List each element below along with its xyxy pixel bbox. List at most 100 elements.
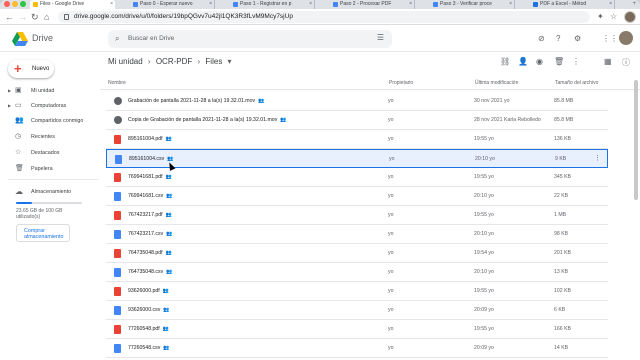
delete-icon[interactable]: 🗑 (554, 57, 564, 66)
table-row[interactable]: 764735048.csv 👥 yo 20:10 yo 13 KB (106, 263, 608, 282)
sidebar-item-mi-unidad[interactable]: ▶ ▣ Mi unidad (0, 84, 100, 98)
reload-icon[interactable]: ↻ (31, 11, 39, 23)
file-owner: yo (388, 345, 394, 351)
table-row[interactable]: 93626000.pdf 👥 yo 19:55 yo 102 KB (106, 282, 608, 301)
sidebar-item-destacados[interactable]: ☆ Destacados (0, 146, 100, 160)
account-avatar[interactable] (619, 31, 633, 45)
browser-tab[interactable]: Paso 0 - Esperar nuevo × (130, 0, 215, 9)
table-row[interactable]: 769941681.pdf 👥 yo 19:55 yo 345 KB (106, 168, 608, 187)
file-owner: yo (388, 307, 394, 313)
table-row[interactable]: 77260548.pdf 👥 yo 19:55 yo 166 KB (106, 320, 608, 339)
preview-eye-icon[interactable]: ◉ (536, 57, 543, 66)
expand-arrow-icon[interactable]: ▶ (8, 84, 11, 98)
file-size: 345 KB (554, 174, 572, 180)
column-owner[interactable]: Propietario (389, 80, 413, 86)
more-vert-icon[interactable]: ⋮ (572, 57, 580, 66)
table-row[interactable]: 895161004.pdf 👥 yo 19:55 yo 136 KB (106, 130, 608, 149)
share-icon[interactable]: 👤 (518, 57, 528, 66)
sidebar-item-label: Mi unidad (31, 88, 55, 94)
table-row[interactable]: 767423217.csv 👥 yo 20:10 yo 98 KB (106, 225, 608, 244)
search-options-icon[interactable]: ☰ (377, 33, 384, 42)
shared-people-icon: 👥 (165, 212, 172, 218)
table-row[interactable]: 895161004.csv 👥 yo 20:10 yo 9 KB ⋮ (106, 149, 608, 168)
storage-bar-fill (16, 202, 32, 204)
extensions-icon[interactable]: ✦ (597, 11, 604, 23)
grid-view-icon[interactable]: ▦ (604, 57, 612, 66)
pdf-file-icon (114, 173, 121, 182)
tab-close-icon[interactable]: × (309, 0, 312, 9)
browser-tab[interactable]: Paso 1 - Registrar en p × (230, 0, 315, 9)
info-icon[interactable]: ⓘ (622, 57, 630, 68)
cloud-icon: ☁ (15, 187, 23, 196)
new-button[interactable]: + Nuevo (8, 60, 54, 78)
tab-close-icon[interactable]: × (409, 0, 412, 9)
file-modified: 19:55 yo (474, 288, 494, 294)
sidebar-item-label: Compartidos conmigo (31, 118, 84, 124)
breadcrumb-item[interactable]: OCR-PDF (156, 57, 192, 66)
maximize-window-icon[interactable] (20, 1, 26, 7)
storage-usage-text: 23.65 GB de 100 GB utilizado(s) (16, 208, 63, 220)
search-icon[interactable]: ⌕ (115, 34, 119, 44)
apps-grid-icon[interactable]: ⋮⋮ (602, 34, 618, 43)
star-bookmark-icon[interactable]: ☆ (610, 11, 617, 23)
sidebar-item-recientes[interactable]: ◷ Recientes (0, 130, 100, 144)
file-name-text: 767423217.csv (128, 231, 164, 237)
tab-favicon-icon (133, 2, 138, 7)
table-row[interactable]: 77260548.csv 👥 yo 20:09 yo 14 KB (106, 339, 608, 358)
close-window-icon[interactable] (4, 1, 10, 7)
tab-close-icon[interactable]: × (609, 0, 612, 9)
column-size[interactable]: Tamaño del archivo (555, 80, 598, 86)
file-name-text: Grabación de pantalla 2021-11-28 a la(s)… (128, 98, 256, 104)
table-row[interactable]: 764735048.pdf 👥 yo 19:54 yo 201 KB (106, 244, 608, 263)
buy-storage-button[interactable]: Comprar almacenamiento (16, 224, 70, 242)
profile-avatar[interactable] (624, 11, 636, 23)
row-more-icon[interactable]: ⋮ (594, 154, 601, 162)
tab-close-icon[interactable]: × (509, 0, 512, 9)
forward-arrow-icon[interactable]: → (18, 11, 27, 23)
help-icon[interactable]: ? (556, 34, 560, 43)
file-owner: yo (388, 269, 394, 275)
csv-file-icon (114, 344, 121, 353)
link-icon[interactable]: ⛓ (500, 57, 510, 66)
file-owner: yo (388, 250, 394, 256)
offline-icon[interactable]: ⊘ (538, 34, 545, 43)
sidebar-item-compartidos-conmigo[interactable]: 👥 Compartidos conmigo (0, 114, 100, 128)
sidebar-item-papelera[interactable]: 🗑 Papelera (0, 162, 100, 176)
shared-people-icon: 👥 (165, 136, 172, 142)
chevron-right-icon: › (197, 57, 201, 66)
search-input[interactable]: ⌕ Buscar en Drive ☰ (108, 30, 392, 48)
table-row[interactable]: 93626000.csv 👥 yo 20:09 yo 6 KB (106, 301, 608, 320)
table-row[interactable]: 769941681.csv 👥 yo 20:10 yo 22 KB (106, 187, 608, 206)
expand-arrow-icon[interactable]: ▶ (8, 99, 11, 113)
csv-file-icon (115, 155, 122, 164)
breadcrumb-item[interactable]: Mi unidad (108, 57, 143, 66)
shared-people-icon: 👥 (166, 231, 173, 237)
file-modified: 19:55 yo (474, 174, 494, 180)
tab-label: Paso 0 - Esperar nuevo (140, 1, 193, 7)
file-name: 93626000.pdf 👥 (128, 288, 169, 294)
tab-close-icon[interactable]: × (110, 0, 113, 9)
sidebar-item-computadoras[interactable]: ▶ ▭ Computadoras (0, 99, 100, 113)
browser-tab[interactable]: Files - Google Drive × (30, 0, 115, 9)
chevron-down-icon[interactable]: ▾ (228, 57, 232, 66)
browser-tab[interactable]: Paso 3 - Verificar proce × (430, 0, 515, 9)
column-modified[interactable]: Última modificación (475, 80, 518, 86)
minimize-window-icon[interactable] (12, 1, 18, 7)
browser-tab[interactable]: Paso 2 - Procesar PDF × (330, 0, 415, 9)
video-file-icon (114, 97, 122, 105)
breadcrumb-item[interactable]: Files (205, 57, 222, 66)
address-bar[interactable]: drive.google.com/drive/u/0/folders/19bpQ… (58, 11, 590, 23)
table-row[interactable]: Copia de Grabación de pantalla 2021-11-2… (106, 111, 608, 130)
column-name[interactable]: Nombre (108, 80, 126, 86)
table-row[interactable]: 767423217.pdf 👥 yo 19:55 yo 1 MB (106, 206, 608, 225)
shared-people-icon: 👥 (165, 174, 172, 180)
new-tab-icon[interactable]: + (632, 0, 636, 9)
settings-gear-icon[interactable]: ⚙ (574, 34, 581, 43)
browser-tab[interactable]: PDF a Excel - Métod × (530, 0, 615, 9)
back-arrow-icon[interactable]: ← (5, 11, 14, 23)
file-modified: 19:55 yo (474, 136, 494, 142)
tab-close-icon[interactable]: × (209, 0, 212, 9)
home-icon[interactable]: ⌂ (44, 11, 49, 23)
table-row[interactable]: Grabación de pantalla 2021-11-28 a la(s)… (106, 92, 608, 111)
scrollbar[interactable] (634, 80, 638, 200)
